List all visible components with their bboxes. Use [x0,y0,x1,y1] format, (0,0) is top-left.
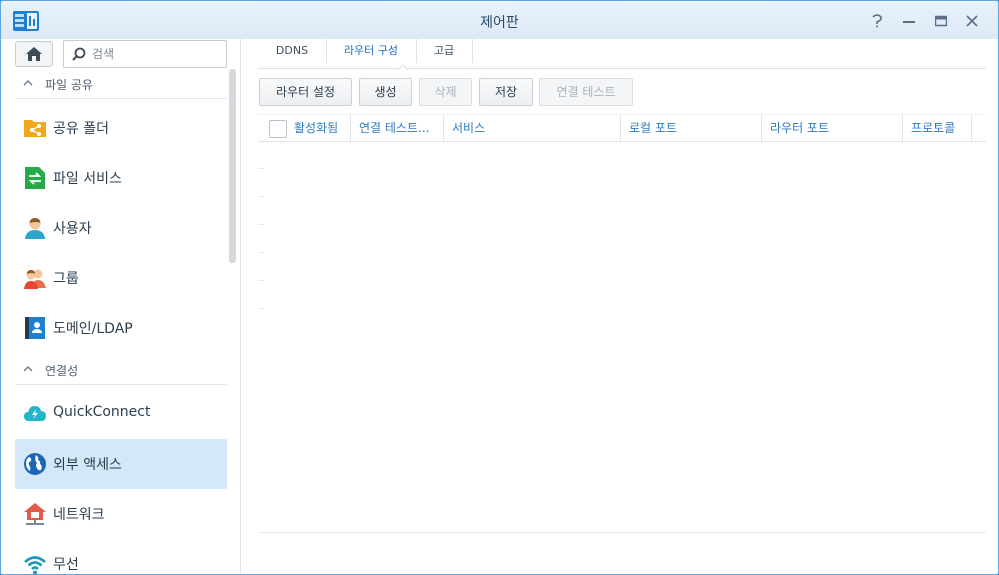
column-divider [971,115,972,142]
sidebar-item-wireless[interactable]: 무선 [15,539,227,574]
sidebar-scrollbar[interactable] [229,69,236,263]
sidebar-item-network[interactable]: 네트워크 [15,489,227,539]
sidebar-item-label: 그룹 [53,271,79,287]
empty-row-marker [258,252,264,253]
empty-row-marker [258,196,264,197]
tab-ddns[interactable]: DDNS [258,39,326,69]
sidebar-item-label: QuickConnect [53,404,151,420]
window-title: 제어판 [480,15,519,31]
column-header-service[interactable]: 서비스 [444,115,620,142]
tab-divider [472,39,473,63]
port-forwarding-table: 활성화됨 연결 테스트... 서비스 로컬 포트 라우터 포트 프로토콜 [258,114,986,534]
search-box[interactable] [63,40,227,68]
empty-row-marker [258,224,264,225]
search-input[interactable] [92,45,222,63]
close-icon[interactable] [962,11,982,31]
chevron-up-icon [23,366,33,372]
column-header-local-port[interactable]: 로컬 포트 [621,115,761,142]
sidebar-item-label: 파일 서비스 [53,171,122,187]
sidebar-item-label: 도메인/LDAP [53,321,133,337]
test-connection-button[interactable]: 연결 테스트 [539,78,633,106]
sidebar-item-domain-ldap[interactable]: 도메인/LDAP [15,303,227,353]
sidebar: 파일 공유 공유 폴더 파일 서비스 사용자 [1,39,241,574]
user-icon [25,218,45,239]
shared-folder-icon [24,120,46,137]
router-setup-button[interactable]: 라우터 설정 [259,78,352,106]
group-icon [24,269,46,289]
sidebar-item-file-services[interactable]: 파일 서비스 [15,153,227,203]
tab-bar: DDNS 라우터 구성 고급 [258,39,986,70]
sidebar-item-label: 네트워크 [53,507,105,523]
title-bar[interactable]: 제어판 [1,1,998,39]
search-icon [72,47,86,61]
column-header-connection-test[interactable]: 연결 테스트... [351,115,443,142]
sidebar-item-user[interactable]: 사용자 [15,203,227,253]
delete-button[interactable]: 삭제 [419,78,472,106]
section-label: 연결성 [45,364,79,378]
section-connectivity[interactable]: 연결성 [15,355,227,385]
sidebar-item-label: 공유 폴더 [53,121,109,137]
section-file-sharing[interactable]: 파일 공유 [15,69,227,99]
sidebar-item-label: 사용자 [53,221,92,237]
column-header-protocol[interactable]: 프로토콜 [903,115,971,142]
help-icon[interactable] [867,11,887,31]
column-header-enabled[interactable]: 활성화됨 [286,115,350,142]
home-icon [26,47,42,61]
empty-row-marker [258,168,264,169]
domain-ldap-icon [25,317,45,339]
select-all-checkbox[interactable] [269,120,287,138]
sidebar-item-shared-folder[interactable]: 공유 폴더 [15,103,227,153]
home-button[interactable] [15,41,53,67]
create-button[interactable]: 생성 [359,78,412,106]
control-panel-window: 제어판 파일 공유 [0,0,999,575]
section-label: 파일 공유 [45,78,93,92]
main-panel: DDNS 라우터 구성 고급 라우터 설정 생성 삭제 저장 연결 테스트 활성… [242,39,998,574]
empty-row-marker [258,280,264,281]
file-services-icon [25,167,45,189]
table-footer-divider [258,532,986,533]
table-header: 활성화됨 연결 테스트... 서비스 로컬 포트 라우터 포트 프로토콜 [258,114,986,142]
active-tab-caret-icon [398,64,408,70]
save-button[interactable]: 저장 [479,78,533,106]
chevron-up-icon [23,80,33,86]
maximize-icon[interactable] [931,11,951,31]
sidebar-item-label: 외부 액세스 [53,457,122,473]
column-header-router-port[interactable]: 라우터 포트 [762,115,902,142]
minimize-icon[interactable] [899,11,919,31]
tab-advanced[interactable]: 고급 [416,39,472,69]
external-access-icon [24,453,46,475]
quickconnect-icon [24,406,46,421]
wireless-icon [24,556,46,574]
sidebar-item-label: 무선 [53,557,79,573]
empty-row-marker [258,308,264,309]
sidebar-item-external-access[interactable]: 외부 액세스 [15,439,227,489]
network-icon [24,503,46,525]
sidebar-item-group[interactable]: 그룹 [15,253,227,303]
sidebar-item-quickconnect[interactable]: QuickConnect [15,389,227,439]
